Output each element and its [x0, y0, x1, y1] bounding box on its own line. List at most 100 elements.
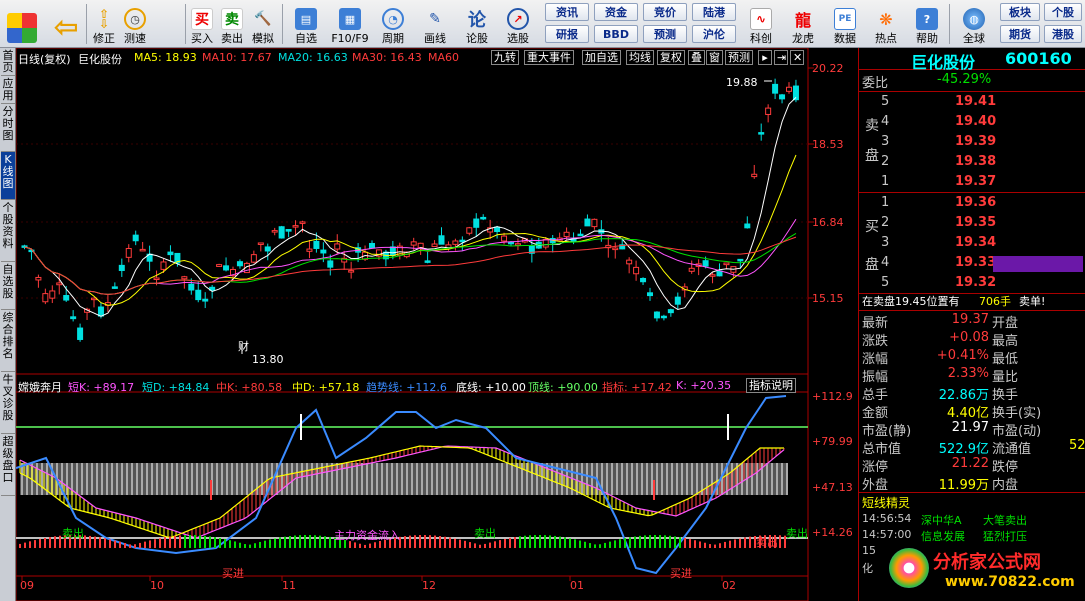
candlestick: [306, 248, 313, 252]
candlestick: [264, 246, 271, 252]
short-sprite-title: 短线精灵: [862, 496, 911, 510]
candlestick: [647, 292, 653, 297]
candlestick: [744, 223, 751, 229]
sector-button[interactable]: 板块: [1000, 3, 1040, 21]
candlestick: [132, 234, 139, 242]
restore-rights-button[interactable]: 复权: [657, 50, 685, 65]
sell-button[interactable]: 卖 卖出: [218, 3, 246, 45]
candlestick: [250, 254, 257, 263]
tab-super-orderbook[interactable]: 超级盘口: [1, 434, 15, 496]
candlestick: [188, 283, 195, 291]
candlestick: [195, 289, 202, 301]
ma10-line: [24, 154, 797, 306]
buy-button[interactable]: 买 买入: [188, 3, 216, 45]
nine-turn-button[interactable]: 九转: [491, 50, 519, 65]
forecast-button[interactable]: 预测: [643, 25, 687, 43]
tab-intraday[interactable]: 分时图: [1, 104, 15, 152]
help-label: 帮助: [916, 32, 938, 45]
candlestick: [466, 227, 473, 234]
simulate-label: 模拟: [252, 32, 274, 45]
candlestick: [424, 260, 431, 263]
tab-home[interactable]: 首页: [1, 48, 15, 76]
f10-icon: ▦: [339, 8, 361, 30]
forecast-chart-button[interactable]: 预测: [725, 50, 753, 65]
kline-chart-area[interactable]: 日线(复权) 巨化股份 MA5: 18.93 MA10: 17.67 MA20:…: [16, 48, 858, 601]
candlestick: [257, 242, 264, 245]
hk-stock-button[interactable]: 港股: [1044, 25, 1082, 43]
candlestick: [633, 266, 640, 275]
auction-button[interactable]: 竞价: [643, 3, 687, 21]
pe-data-icon: PE: [834, 8, 856, 30]
ma30-label: MA30: 16.43: [352, 51, 422, 64]
data-button[interactable]: PE 数据: [828, 3, 862, 45]
candlestick: [653, 311, 660, 319]
overlay-button[interactable]: 叠: [688, 50, 705, 65]
sh-london-button[interactable]: 沪伦: [692, 25, 736, 43]
buy-level-highlight: [993, 256, 1083, 272]
dragon-tiger-button[interactable]: 龍 龙虎: [786, 3, 820, 45]
major-events-button[interactable]: 重大事件: [524, 50, 574, 65]
draw-line-button[interactable]: ✎ 画线: [416, 3, 454, 45]
candlestick: [494, 226, 501, 232]
short-k-label: 短K: +89.17: [68, 381, 135, 394]
tab-diagnosis[interactable]: 牛叉诊股: [1, 372, 15, 434]
research-button[interactable]: 研报: [545, 25, 589, 43]
fund-button[interactable]: 资金: [594, 3, 638, 21]
hotspot-button[interactable]: ❋ 热点: [869, 3, 903, 46]
left-tab-bar: 首页 应用 分时图 K线图 个股资料 自选股 综合排名 牛叉诊股 超级盘口: [0, 48, 16, 601]
price-tick: 18.53: [812, 138, 844, 151]
stock-pick-button[interactable]: ↗ 选股: [498, 3, 538, 45]
watchlist-button[interactable]: ▤ 自选: [286, 3, 326, 45]
futures-button[interactable]: 期货: [1000, 25, 1040, 43]
close-icon[interactable]: ✕: [790, 50, 804, 65]
candlestick: [452, 240, 459, 245]
quote-value: 2.33%: [947, 366, 989, 381]
tab-apps[interactable]: 应用: [1, 76, 15, 104]
candlestick: [389, 246, 396, 256]
help-button[interactable]: ? 帮助: [910, 3, 944, 45]
f10-button[interactable]: ▦ F10/F9: [328, 3, 372, 45]
hk-connect-button[interactable]: 陆港: [692, 3, 736, 21]
adjust-button[interactable]: ⇧ ⇩ 修正: [90, 3, 118, 45]
forum-button[interactable]: 论 论股: [460, 3, 494, 45]
finance-marker: 财: [238, 340, 249, 353]
global-button[interactable]: ◍ 全球: [954, 3, 994, 45]
tab-kline[interactable]: K线图: [1, 152, 15, 200]
speed-test-button[interactable]: ◷ 测速: [120, 3, 150, 45]
tab-ranking[interactable]: 综合排名: [1, 310, 15, 372]
quote-label: 最新: [862, 316, 889, 331]
simulate-button[interactable]: 🔨 模拟: [249, 3, 277, 45]
order-status-tag: 卖单!: [1019, 295, 1046, 308]
add-watchlist-button[interactable]: 加自选: [582, 50, 621, 65]
indicator-help-button[interactable]: 指标说明: [746, 378, 796, 393]
tab-stock-profile[interactable]: 个股资料: [1, 200, 15, 262]
clock-icon: ◷: [124, 8, 146, 30]
quote-label: 最高: [992, 334, 1019, 349]
sell-level-number: 1: [881, 174, 890, 189]
pin-icon[interactable]: ⇥: [774, 50, 788, 65]
single-stock-button[interactable]: 个股: [1044, 3, 1082, 21]
hammer-icon: 🔨: [254, 11, 272, 27]
info-button[interactable]: 资讯: [545, 3, 589, 21]
sci-board-button[interactable]: ∿ 科创: [744, 3, 778, 45]
back-button[interactable]: ⇦: [50, 3, 82, 45]
quote-label: 最低: [992, 352, 1019, 367]
quote-label: 流通值: [992, 442, 1032, 457]
period-button[interactable]: ◔ 周期: [374, 3, 412, 45]
candlestick: [278, 226, 285, 239]
prev-arrow-icon[interactable]: ▸: [758, 50, 772, 65]
draw-line-label: 画线: [424, 32, 446, 45]
sell-level-price: 19.41: [955, 94, 997, 109]
tab-watchlist[interactable]: 自选股: [1, 262, 15, 310]
ma60-label: MA60: [428, 51, 460, 64]
price-tick: 16.84: [812, 216, 844, 229]
candlestick: [480, 216, 487, 220]
ma-setting-button[interactable]: 均线: [626, 50, 654, 65]
watermark-url: www.70822.com: [945, 574, 1075, 590]
home-button[interactable]: [6, 3, 38, 45]
quote-value: 21.97: [951, 420, 989, 435]
candlestick: [271, 230, 278, 233]
window-button[interactable]: 窗: [706, 50, 723, 65]
bbd-button[interactable]: BBD: [594, 25, 638, 43]
buy-level-number: 5: [881, 275, 890, 290]
